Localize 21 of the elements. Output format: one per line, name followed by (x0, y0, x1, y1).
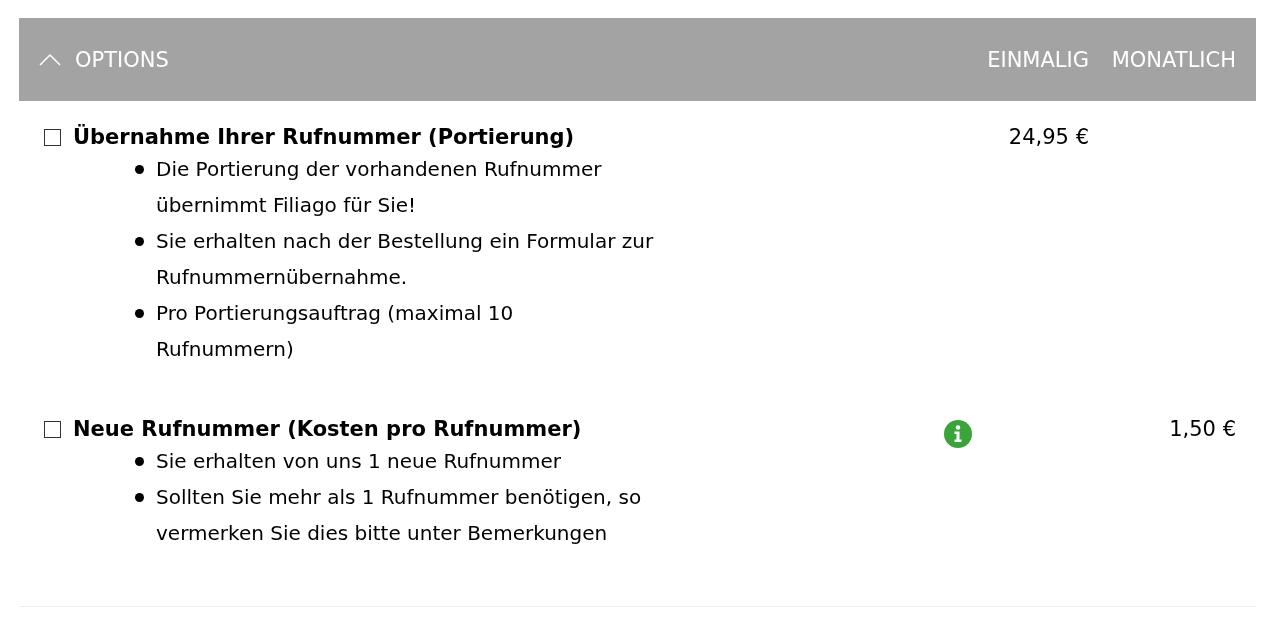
monthly-price: 1,50 € (1169, 417, 1236, 441)
info-icon[interactable] (942, 419, 973, 449)
bullet-icon (135, 493, 144, 502)
column-heading: MONATLICH (1110, 47, 1236, 72)
options-header[interactable]: OPTIONS EINMALIG MONATLICH (19, 18, 1256, 101)
checkbox[interactable] (44, 420, 61, 438)
option-title: Übernahme Ihrer Rufnummer (Portierung) (73, 125, 575, 149)
option-detail: Die Portierung der vorhandenen Rufnummer übernimmt Filiago für Sie! (156, 156, 603, 219)
one-time-price: 24,95 € (1008, 125, 1089, 149)
section-title: OPTIONS (75, 47, 169, 72)
option-detail: Sie erhalten nach der Bestellung ein Formular zur Rufnummernübernahme. (156, 228, 654, 291)
bullet-icon (135, 237, 144, 246)
bullet-icon (135, 165, 144, 174)
bullet-icon (135, 457, 144, 466)
option-detail: Sollten Sie mehr als 1 Rufnummer benötigen, so vermerken Sie dies bitte unter Bemerkungen (156, 484, 643, 547)
option-detail: Pro Portierungsauftrag (maximal 10 Rufnummern) (156, 300, 515, 363)
option-title: Neue Rufnummer (Kosten pro Rufnummer) (73, 417, 582, 441)
column-heading: EINMALIG (986, 47, 1089, 72)
option-detail: Sie erhalten von uns 1 neue Rufnummer (156, 448, 561, 475)
checkbox[interactable] (44, 128, 61, 146)
bullet-icon (135, 309, 144, 318)
